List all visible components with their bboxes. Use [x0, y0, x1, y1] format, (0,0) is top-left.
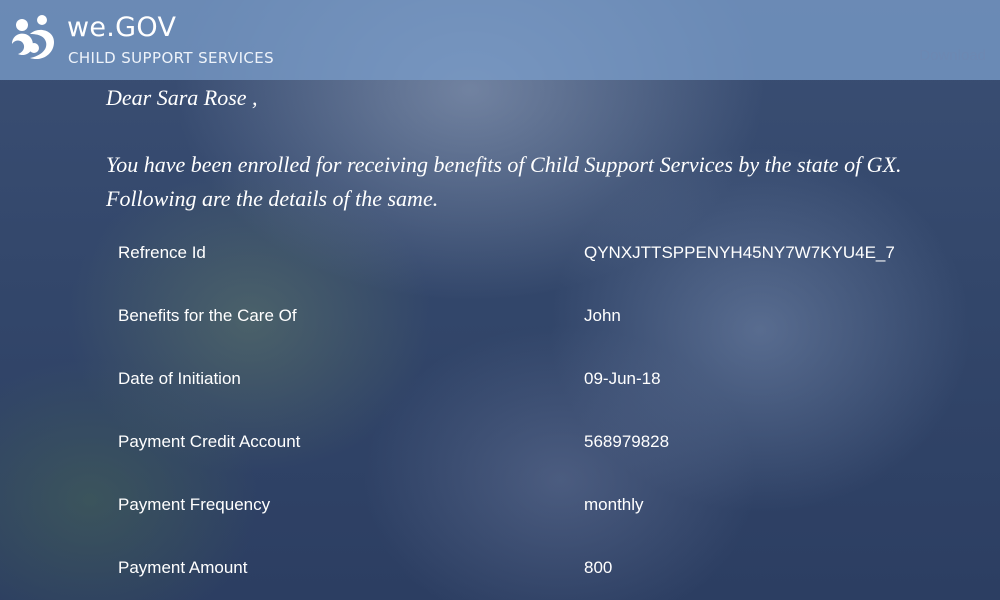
brand-subtitle: CHILD SUPPORT SERVICES — [68, 49, 275, 67]
letter-greeting: Dear Sara Rose , — [106, 85, 258, 110]
detail-value: 568979828 — [584, 432, 670, 451]
detail-row-date-of-initiation: Date of Initiation 09-Jun-18 — [118, 348, 978, 411]
detail-label: Payment Frequency — [118, 495, 271, 514]
detail-row-payment-amount: Payment Amount 800 — [118, 537, 978, 600]
detail-value: 09-Jun-18 — [584, 369, 661, 388]
detail-label: Payment Credit Account — [118, 432, 301, 451]
brand-name: we.GOV — [67, 12, 177, 43]
letter-intro: You have been enrolled for receiving ben… — [106, 148, 986, 216]
intro-line-1: You have been enrolled for receiving ben… — [106, 152, 902, 177]
detail-label: Refrence Id — [118, 243, 206, 262]
detail-value: John — [584, 306, 621, 325]
download-link[interactable]: Download — [919, 47, 986, 64]
detail-row-care-of: Benefits for the Care Of John — [118, 285, 978, 348]
detail-value: 800 — [584, 558, 613, 577]
benefit-details-table: Refrence Id QYNXJTTSPPENYH45NY7W7KYU4E_7… — [118, 222, 978, 600]
detail-row-reference-id: Refrence Id QYNXJTTSPPENYH45NY7W7KYU4E_7 — [118, 222, 978, 285]
detail-label: Payment Amount — [118, 558, 248, 577]
detail-label: Date of Initiation — [118, 369, 241, 388]
detail-row-credit-account: Payment Credit Account 568979828 — [118, 411, 978, 474]
we-gov-logo-icon — [12, 15, 54, 60]
intro-line-2: Following are the details of the same. — [106, 186, 439, 211]
detail-label: Benefits for the Care Of — [118, 306, 297, 325]
detail-value: QYNXJTTSPPENYH45NY7W7KYU4E_7 — [584, 243, 895, 262]
app-header: we.GOV CHILD SUPPORT SERVICES Download — [0, 0, 1000, 80]
detail-value: monthly — [584, 495, 644, 514]
detail-row-payment-frequency: Payment Frequency monthly — [118, 474, 978, 537]
